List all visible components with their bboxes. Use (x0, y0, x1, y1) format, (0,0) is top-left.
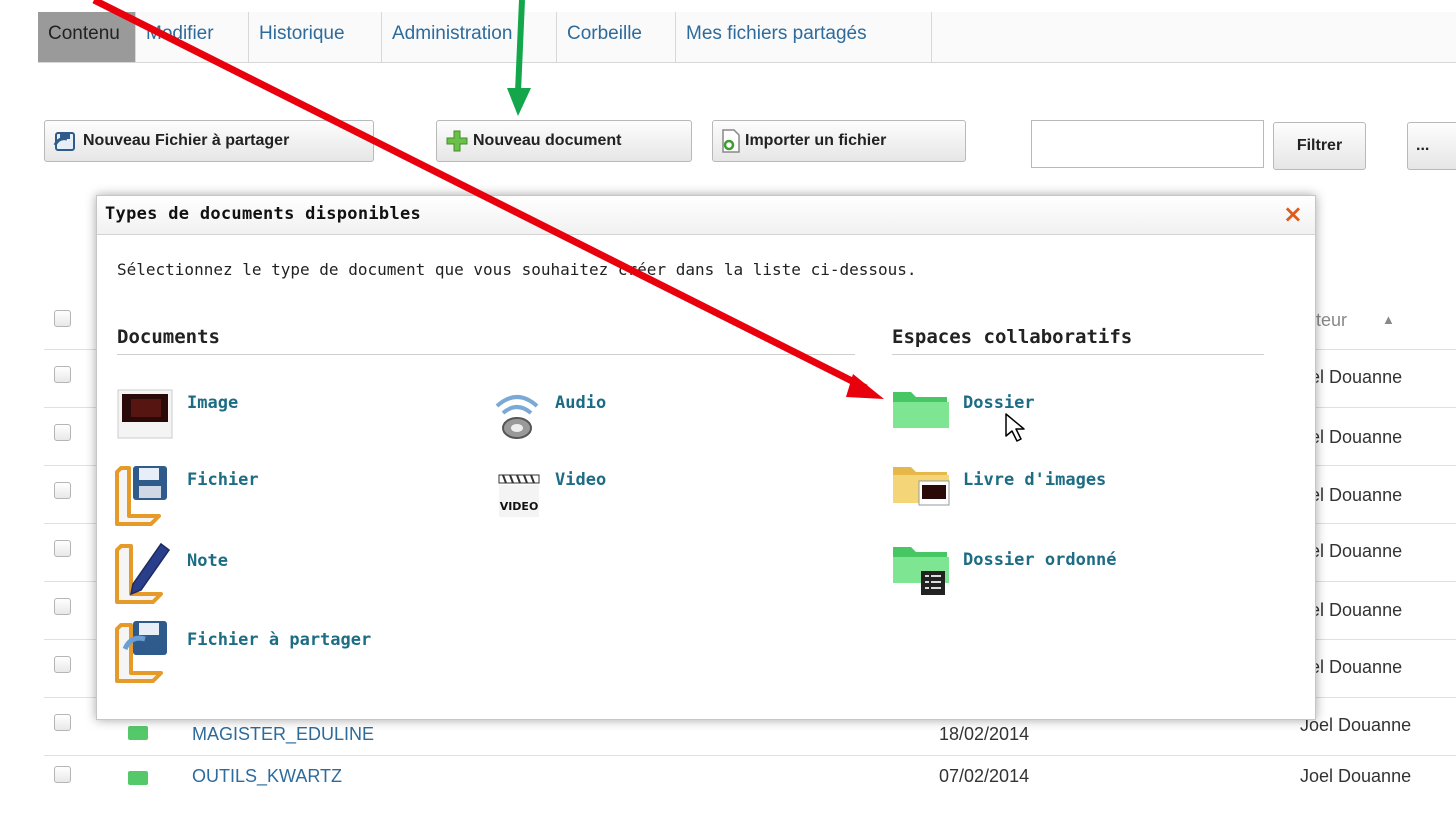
video-option[interactable]: Video (555, 470, 606, 490)
dialog-description: Sélectionnez le type de document que vou… (117, 260, 917, 279)
tab-bar: Contenu Modifier Historique Administrati… (38, 12, 1456, 63)
tab-historique[interactable]: Historique (249, 12, 382, 62)
fichier-partager-option[interactable]: Fichier à partager (187, 630, 371, 650)
note-icon[interactable] (115, 540, 175, 608)
row-checkbox[interactable] (54, 366, 71, 383)
row-date: 07/02/2014 (939, 766, 1030, 786)
folder-icon (128, 771, 148, 785)
audio-option[interactable]: Audio (555, 393, 606, 413)
new-document-label: Nouveau document (473, 132, 622, 149)
image-option[interactable]: Image (187, 393, 238, 413)
row-name-link[interactable]: MAGISTER_EDULINE (192, 724, 374, 745)
row-author: Joel Douanne (1300, 766, 1412, 786)
row-checkbox[interactable] (54, 656, 71, 673)
filter-button[interactable]: Filtrer (1273, 122, 1366, 170)
table-row[interactable]: OUTILS_KWARTZ 07/02/2014 Joel Douanne (44, 756, 1456, 814)
livre-images-option[interactable]: Livre d'images (963, 470, 1106, 490)
tab-contenu[interactable]: Contenu (38, 12, 136, 62)
audio-icon[interactable] (492, 388, 542, 448)
file-icon[interactable] (115, 464, 171, 530)
more-button[interactable]: ... (1407, 122, 1456, 170)
row-checkbox[interactable] (54, 766, 71, 783)
import-file-label: Importer un fichier (745, 132, 887, 149)
close-icon[interactable]: × (1283, 200, 1303, 228)
import-icon (721, 129, 741, 153)
tab-modifier[interactable]: Modifier (136, 12, 249, 62)
folder-icon[interactable] (891, 386, 951, 434)
row-author: Joel Douanne (1300, 715, 1412, 735)
photo-album-icon[interactable] (891, 461, 951, 517)
folder-icon (128, 726, 148, 740)
tab-administration[interactable]: Administration (382, 12, 557, 62)
documents-section-title: Documents (117, 326, 855, 355)
add-icon (445, 129, 469, 153)
mouse-cursor-icon (1004, 412, 1030, 448)
tab-corbeille[interactable]: Corbeille (557, 12, 676, 62)
fichier-option[interactable]: Fichier (187, 470, 259, 490)
row-checkbox[interactable] (54, 714, 71, 731)
new-document-button[interactable]: Nouveau document (436, 120, 692, 162)
note-option[interactable]: Note (187, 551, 228, 571)
video-icon[interactable]: VIDEO (497, 469, 545, 523)
filter-input[interactable] (1031, 120, 1264, 168)
import-file-button[interactable]: Importer un fichier (712, 120, 966, 162)
dialog-title: Types de documents disponibles (105, 204, 422, 224)
ordered-folder-icon[interactable] (891, 541, 951, 601)
tab-mes-fichiers-partages[interactable]: Mes fichiers partagés (676, 12, 932, 62)
row-date: 18/02/2014 (939, 724, 1030, 744)
shared-file-icon[interactable] (115, 619, 175, 687)
new-shared-file-button[interactable]: Nouveau Fichier à partager (44, 120, 374, 162)
row-checkbox[interactable] (54, 424, 71, 441)
svg-text:VIDEO: VIDEO (500, 500, 539, 513)
shared-file-icon (53, 129, 79, 153)
row-checkbox[interactable] (54, 598, 71, 615)
dossier-option[interactable]: Dossier (963, 393, 1035, 413)
sort-arrow-icon[interactable]: ▲ (1382, 312, 1395, 327)
image-icon[interactable] (117, 389, 173, 443)
row-checkbox[interactable] (54, 482, 71, 499)
row-name-link[interactable]: OUTILS_KWARTZ (192, 766, 342, 787)
collab-section-title: Espaces collaboratifs (892, 326, 1264, 355)
dossier-ordonne-option[interactable]: Dossier ordonné (963, 550, 1117, 570)
select-all-checkbox[interactable] (54, 310, 71, 327)
document-types-dialog: Types de documents disponibles × Sélecti… (96, 195, 1316, 720)
new-shared-file-label: Nouveau Fichier à partager (83, 132, 290, 149)
row-checkbox[interactable] (54, 540, 71, 557)
